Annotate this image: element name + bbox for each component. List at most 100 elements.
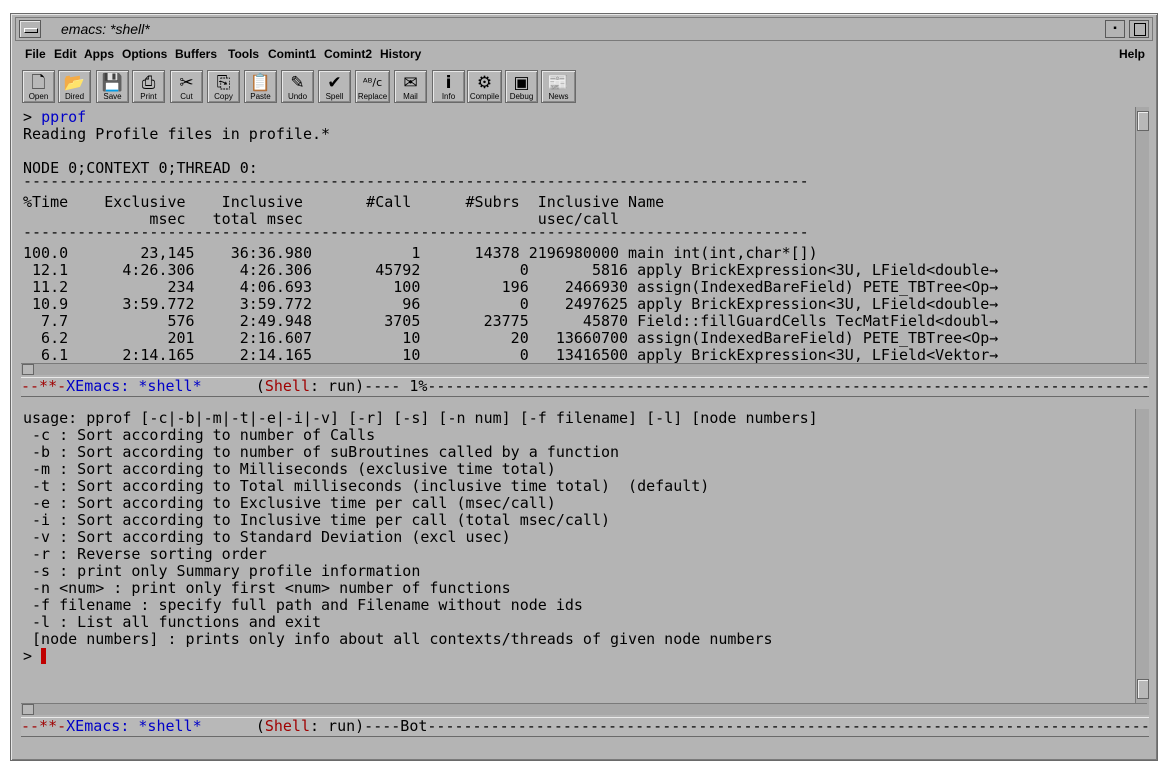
paste-button[interactable]: 📋 Paste: [244, 70, 277, 103]
menu-bar: File Edit Apps Options Buffers Tools Com…: [15, 44, 1153, 66]
scissors-icon: ✂: [179, 73, 194, 93]
undo-button[interactable]: ✎ Undo: [281, 70, 314, 103]
prompt-line: > pprof: [23, 109, 86, 126]
option-line: -b : Sort according to number of suBrout…: [23, 443, 620, 461]
scrollbar-thumb[interactable]: [1137, 111, 1149, 131]
print-button[interactable]: ⎙ Print: [132, 70, 165, 103]
open-file-icon: 🗋: [31, 73, 46, 93]
output-line: Reading Profile files in profile.*: [23, 125, 331, 143]
shell-output-pane[interactable]: > pprof Reading Profile files in profile…: [21, 107, 1133, 375]
text-cursor: [41, 648, 47, 664]
menu-tools[interactable]: Tools: [228, 47, 259, 61]
table-row: 100.0 23,145 36:36.980 1 14378 219698000…: [23, 244, 818, 262]
debug-button[interactable]: ▣ Debug: [505, 70, 538, 103]
option-line: -f filename : specify full path and File…: [23, 596, 583, 614]
clipboard-icon: 📋: [249, 73, 272, 93]
save-button[interactable]: 💾 Save: [96, 70, 129, 103]
option-line: -v : Sort according to Standard Deviatio…: [23, 528, 511, 546]
bottom-modeline: --**-XEmacs: *shell* (Shell: run)----Bot…: [21, 717, 1149, 737]
mode-name[interactable]: Shell: [265, 378, 310, 395]
window-menu-button[interactable]: [19, 20, 41, 38]
info-icon: i: [445, 73, 452, 93]
minimize-button[interactable]: ▪: [1105, 20, 1125, 38]
folder-icon: 📂: [63, 73, 86, 93]
wrap-arrow-icon: →: [989, 278, 999, 296]
floppy-icon: 💾: [101, 73, 124, 93]
maximize-button[interactable]: [1129, 20, 1149, 38]
compile-button[interactable]: ⚙ Compile: [467, 70, 502, 103]
menu-options[interactable]: Options: [122, 47, 167, 61]
menu-file[interactable]: File: [25, 47, 46, 61]
news-button[interactable]: 📰 News: [541, 70, 576, 103]
command-text: pprof: [41, 108, 87, 126]
minibuffer[interactable]: [21, 738, 1149, 756]
option-line: [node numbers] : prints only info about …: [23, 630, 773, 648]
scrollbar-thumb[interactable]: [1137, 679, 1149, 699]
emacs-frame: emacs: *shell* ▪ File Edit Apps Options …: [10, 13, 1158, 761]
dired-button[interactable]: 📂 Dired: [58, 70, 91, 103]
table-row: 6.1 2:14.165 2:14.165 10 0 13416500 appl…: [23, 346, 999, 364]
bottom-vertical-scrollbar[interactable]: [1135, 409, 1149, 715]
menu-buffers[interactable]: Buffers: [175, 47, 217, 61]
option-line: -t : Sort according to Total millisecond…: [23, 477, 710, 495]
option-line: -c : Sort according to number of Calls: [23, 426, 376, 444]
scrollbar-thumb[interactable]: [22, 704, 34, 715]
input-prompt-line[interactable]: >: [23, 647, 47, 665]
mail-button[interactable]: ✉ Mail: [394, 70, 427, 103]
table-header-1: %Time Exclusive Inclusive #Call #Subrs I…: [23, 193, 665, 211]
window-title: emacs: *shell*: [61, 21, 150, 37]
menu-help[interactable]: Help: [1119, 47, 1145, 61]
wrap-arrow-icon: →: [989, 312, 999, 330]
buffer-name[interactable]: XEmacs: *shell*: [66, 718, 201, 735]
mail-icon: ✉: [403, 73, 418, 93]
info-button[interactable]: i Info: [432, 70, 465, 103]
option-line: -s : print only Summary profile informat…: [23, 562, 421, 580]
option-line: -n <num> : print only first <num> number…: [23, 579, 511, 597]
top-modeline: --**-XEmacs: *shell* (Shell: run)---- 1%…: [21, 377, 1149, 397]
option-line: -m : Sort according to Milliseconds (exc…: [23, 460, 556, 478]
copy-button[interactable]: ⎘ Copy: [207, 70, 240, 103]
title-bar[interactable]: emacs: *shell* ▪: [15, 17, 1153, 41]
menu-edit[interactable]: Edit: [54, 47, 77, 61]
buffer-name[interactable]: XEmacs: *shell*: [66, 378, 201, 395]
table-row: 10.9 3:59.772 3:59.772 96 0 2497625 appl…: [23, 295, 999, 313]
wrap-arrow-icon: →: [989, 346, 999, 364]
option-line: -l : List all functions and exit: [23, 613, 322, 631]
copy-icon: ⎘: [216, 73, 231, 93]
bottom-horizontal-scrollbar[interactable]: [21, 703, 1147, 715]
undo-icon: ✎: [290, 73, 305, 93]
replace-icon: ᴬᴮ/c: [362, 76, 383, 89]
wrap-arrow-icon: →: [989, 329, 999, 347]
replace-button[interactable]: ᴬᴮ/c Replace: [355, 70, 390, 103]
option-line: -e : Sort according to Exclusive time pe…: [23, 494, 556, 512]
printer-icon: ⎙: [141, 73, 156, 93]
spell-button[interactable]: ✔ Spell: [318, 70, 351, 103]
open-button[interactable]: 🗋 Open: [22, 70, 55, 103]
table-row: 12.1 4:26.306 4:26.306 45792 0 5816 appl…: [23, 261, 999, 279]
prompt-marker: >: [23, 108, 33, 126]
separator-line: ----------------------------------------…: [23, 172, 809, 190]
scrollbar-thumb[interactable]: [22, 364, 34, 375]
news-icon: 📰: [547, 73, 570, 93]
table-row: 7.7 576 2:49.948 3705 23775 45870 Field:…: [23, 312, 999, 330]
top-vertical-scrollbar[interactable]: [1135, 107, 1149, 375]
mode-name[interactable]: Shell: [265, 718, 310, 735]
menu-comint1[interactable]: Comint1: [268, 47, 316, 61]
shell-input-pane[interactable]: usage: pprof [-c|-b|-m|-t|-e|-i|-v] [-r]…: [21, 409, 1133, 715]
table-row: 11.2 234 4:06.693 100 196 2466930 assign…: [23, 278, 999, 296]
compile-icon: ⚙: [476, 73, 493, 93]
table-row: 6.2 201 2:16.607 10 20 13660700 assign(I…: [23, 329, 999, 347]
menu-comint2[interactable]: Comint2: [324, 47, 372, 61]
menu-apps[interactable]: Apps: [84, 47, 114, 61]
menu-history[interactable]: History: [380, 47, 421, 61]
wrap-arrow-icon: →: [989, 261, 999, 279]
toolbar: 🗋 Open 📂 Dired 💾 Save ⎙ Print ✂ Cut ⎘ Copy 📋 Pa…: [15, 69, 1153, 105]
wrap-arrow-icon: →: [989, 295, 999, 313]
top-horizontal-scrollbar[interactable]: [21, 363, 1147, 375]
spell-check-icon: ✔: [327, 73, 342, 93]
prompt-marker: >: [23, 647, 42, 665]
cut-button[interactable]: ✂ Cut: [170, 70, 203, 103]
separator-line: ----------------------------------------…: [23, 223, 809, 241]
option-line: -r : Reverse sorting order: [23, 545, 267, 563]
option-line: -i : Sort according to Inclusive time pe…: [23, 511, 610, 529]
